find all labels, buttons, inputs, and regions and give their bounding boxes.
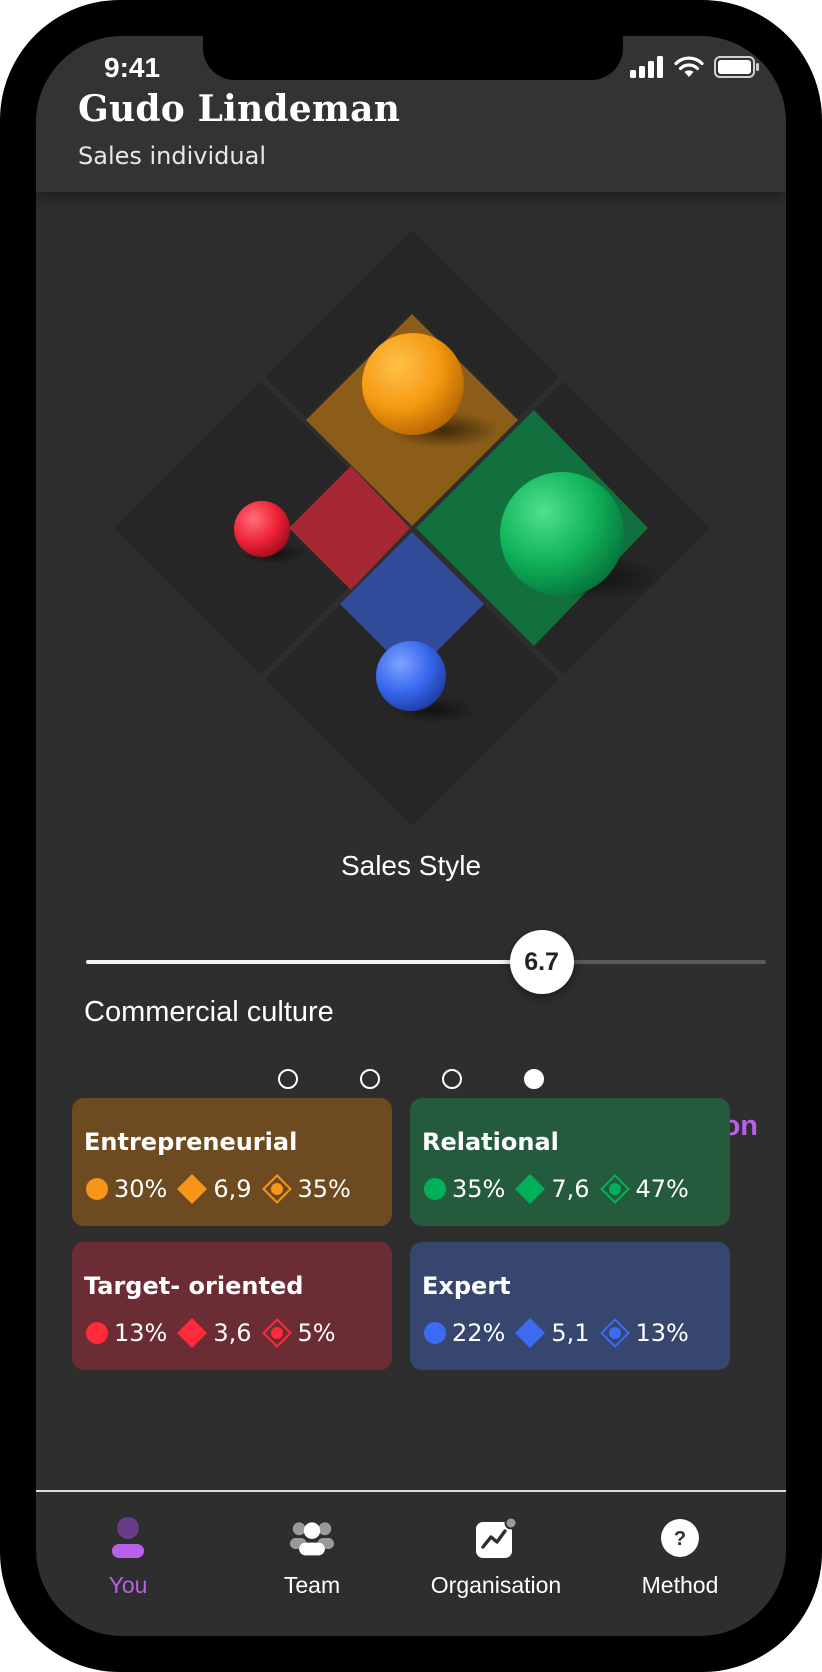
- signal-icon: [630, 56, 663, 78]
- chart-icon: [474, 1516, 518, 1560]
- target-oriented-card[interactable]: Target- oriented 13% 3,6 5%: [72, 1242, 392, 1370]
- commercial-culture-slider[interactable]: 6.7: [86, 930, 766, 994]
- diamond-target-icon: [599, 1318, 630, 1348]
- question-icon: ?: [658, 1516, 702, 1560]
- battery-icon: [714, 56, 759, 78]
- stat-score: 5,1: [551, 1319, 590, 1347]
- diamond-icon: [515, 1318, 546, 1348]
- diamond-target-icon: [599, 1174, 630, 1204]
- stat-target: 47%: [635, 1175, 689, 1203]
- phone-frame: 9:41 Gudo Lindeman Sales individual Sale…: [0, 0, 822, 1672]
- team-icon: [290, 1516, 334, 1560]
- relational-card[interactable]: Relational 35% 7,6 47%: [410, 1098, 730, 1226]
- pager-dot[interactable]: [524, 1069, 544, 1089]
- tab-team[interactable]: Team: [220, 1516, 404, 1599]
- svg-text:?: ?: [674, 1528, 686, 1550]
- expert-card[interactable]: Expert 22% 5,1 13%: [410, 1242, 730, 1370]
- expert-sphere: [376, 641, 446, 711]
- tab-bar: You Team Organisation ? Method: [36, 1492, 786, 1636]
- user-name: Gudo Lindeman: [78, 88, 401, 130]
- card-stats: 13% 3,6 5%: [86, 1318, 346, 1348]
- person-icon: [106, 1516, 150, 1560]
- circle-icon: [424, 1178, 446, 1200]
- stat-share: 30%: [114, 1175, 168, 1203]
- card-title: Entrepreneurial: [84, 1128, 298, 1156]
- diamond-target-icon: [261, 1318, 292, 1348]
- status-time: 9:41: [104, 52, 161, 83]
- stat-share: 13%: [114, 1319, 168, 1347]
- status-icons: [630, 56, 760, 78]
- sales-style-diagram: [114, 230, 710, 826]
- wifi-icon: [674, 56, 704, 77]
- stat-share: 35%: [452, 1175, 506, 1203]
- diamond-target-icon: [261, 1174, 292, 1204]
- diamond-icon: [515, 1174, 546, 1204]
- stat-score: 3,6: [213, 1319, 252, 1347]
- user-role: Sales individual: [78, 142, 266, 170]
- tab-you[interactable]: You: [36, 1516, 220, 1599]
- slider-fill: [86, 960, 542, 964]
- card-stats: 22% 5,1 13%: [424, 1318, 699, 1348]
- tab-method[interactable]: ? Method: [588, 1516, 772, 1599]
- circle-icon: [424, 1322, 446, 1344]
- pager-dot[interactable]: [442, 1069, 462, 1089]
- stat-share: 22%: [452, 1319, 506, 1347]
- tab-label: Organisation: [430, 1572, 562, 1598]
- entrepreneurial-sphere: [362, 333, 464, 435]
- stat-score: 6,9: [213, 1175, 252, 1203]
- slider-value: 6.7: [524, 947, 559, 976]
- tab-label: Method: [641, 1572, 719, 1598]
- stat-target: 35%: [297, 1175, 351, 1203]
- stat-target: 5%: [297, 1319, 336, 1347]
- tab-organisation[interactable]: Organisation: [404, 1516, 588, 1599]
- entrepreneurial-card[interactable]: Entrepreneurial 30% 6,9 35%: [72, 1098, 392, 1226]
- pager-dot[interactable]: [278, 1069, 298, 1089]
- device-notch: [203, 36, 623, 80]
- stat-score: 7,6: [551, 1175, 590, 1203]
- card-title: Expert: [422, 1272, 511, 1300]
- relational-sphere: [500, 472, 624, 596]
- pager-dot[interactable]: [360, 1069, 380, 1089]
- diagram-title: Sales Style: [340, 850, 482, 881]
- card-stats: 35% 7,6 47%: [424, 1174, 699, 1204]
- diamond-icon: [177, 1174, 208, 1204]
- slider-caption: Commercial culture: [84, 996, 334, 1028]
- card-stats: 30% 6,9 35%: [86, 1174, 361, 1204]
- circle-icon: [86, 1322, 108, 1344]
- diamond-icon: [177, 1318, 208, 1348]
- tab-label: You: [108, 1572, 148, 1598]
- pager-dots: [36, 1069, 786, 1089]
- app-screen: 9:41 Gudo Lindeman Sales individual Sale…: [36, 36, 786, 1636]
- tab-label: Team: [283, 1572, 341, 1598]
- circle-icon: [86, 1178, 108, 1200]
- target-oriented-sphere: [234, 501, 290, 557]
- stat-target: 13%: [635, 1319, 689, 1347]
- slider-knob[interactable]: 6.7: [509, 930, 574, 994]
- card-title: Target- oriented: [84, 1272, 304, 1300]
- card-title: Relational: [422, 1128, 559, 1156]
